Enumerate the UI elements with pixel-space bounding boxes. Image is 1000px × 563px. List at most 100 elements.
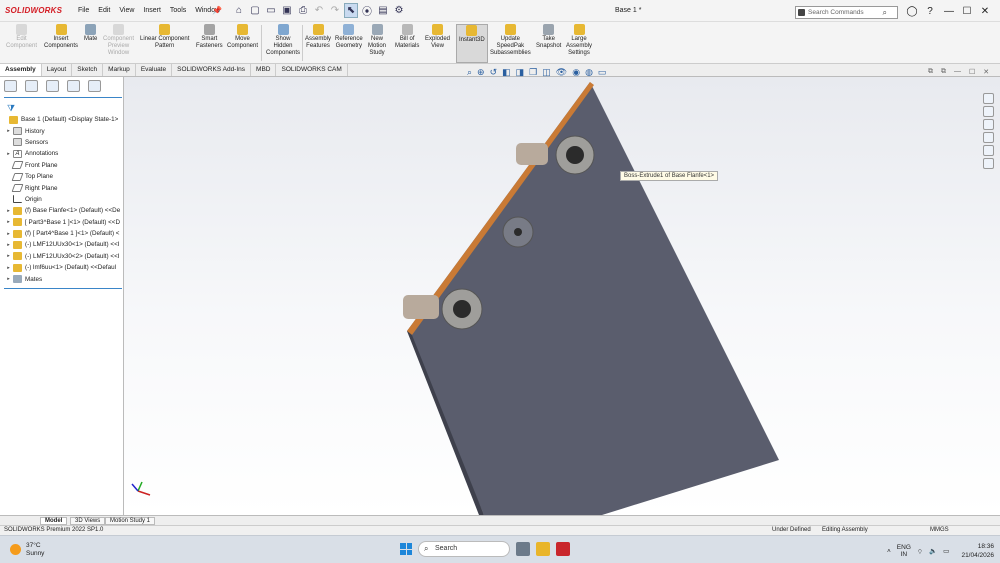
edit-appearance-icon[interactable]: ◉ [572,67,580,78]
viewport-tile-icon[interactable]: ⧉ [941,68,946,76]
graphics-area[interactable] [124,77,1000,515]
tree-item-component[interactable]: ▸ (f) Base Flanfe<1> (Default) <<De [0,205,124,216]
menu-view[interactable]: View [119,7,134,14]
dynamic-annotation-icon[interactable]: ◨ [516,67,525,78]
menu-insert[interactable]: Insert [143,7,161,14]
show-hidden-components-button[interactable]: Show Hidden Components [266,24,300,57]
clock[interactable]: 18:36 21/04/2026 [956,542,994,560]
insert-components-button[interactable]: Insert Components [44,24,78,50]
display-style-icon[interactable]: ◫ [542,67,551,78]
assembly-features-button[interactable]: Assembly Features [305,24,331,50]
hide-show-items-icon[interactable]: 👁 [556,67,567,78]
traffic-light-icon[interactable]: ⦿ [360,3,374,18]
bearing-shaft-1[interactable] [516,143,548,165]
bill-of-materials-button[interactable]: Bill of Materials [395,24,419,50]
dimxpert-tab-icon[interactable] [67,80,80,92]
search-icon[interactable]: ⌕ [883,8,887,18]
file-explorer-icon[interactable] [983,119,994,130]
solidworks-resources-icon[interactable] [983,93,994,104]
tab-solidworks-cam[interactable]: SOLIDWORKS CAM [276,64,348,76]
new-document-icon[interactable]: ▢ [248,3,262,18]
file-explorer-taskbar-icon[interactable] [536,542,550,556]
pin-icon[interactable]: 📌 [212,6,222,15]
tree-item-component[interactable]: ▸ (-) lmf6uu<1> (Default) <<Defaul [0,262,124,273]
tree-item-top-plane[interactable]: Top Plane [0,171,124,182]
tab-mbd[interactable]: MBD [251,64,277,76]
battery-icon[interactable]: ▭ [943,547,949,555]
task-view-icon[interactable] [516,542,530,556]
windows-start-icon[interactable] [400,543,412,555]
viewport-restore-icon[interactable]: ⧉ [928,68,933,76]
tree-item-component[interactable]: ▸ (-) LMF12UUx30<2> (Default) <<I [0,251,124,262]
custom-properties-icon[interactable] [983,158,994,169]
tree-item-component[interactable]: ▸ (f) [ Part4^Base 1 ]<1> (Default) < [0,228,124,239]
close-icon[interactable]: ✕ [976,4,994,18]
tree-item-origin[interactable]: Origin [0,194,124,205]
zoom-to-area-icon[interactable]: ⊕ [477,67,485,78]
minimize-icon[interactable]: — [940,4,958,18]
speaker-icon[interactable]: 🔈 [929,547,937,555]
file-properties-icon[interactable]: ▤ [376,3,390,18]
edit-component-button[interactable]: Edit Component [6,24,37,50]
tree-item-mates[interactable]: ▸ Mates [0,273,124,284]
search-commands-input[interactable]: Search Commands ⌕ [795,6,898,19]
previous-view-icon[interactable]: ↺ [490,67,498,78]
tab-evaluate[interactable]: Evaluate [136,64,173,76]
menu-tools[interactable]: Tools [170,7,186,14]
update-speedpak-button[interactable]: Update SpeedPak Subassemblies [490,24,531,57]
menu-edit[interactable]: Edit [98,7,110,14]
apply-scene-icon[interactable]: ◍ [585,67,593,78]
maximize-icon[interactable]: ☐ [958,4,976,18]
search-scope-icon[interactable] [798,9,805,16]
home-icon[interactable]: ⌂ [232,3,246,18]
weather-widget[interactable]: 37°C Sunny [26,542,44,558]
tree-item-annotations[interactable]: ▸ A Annotations [0,148,124,159]
language-indicator[interactable]: ENG IN [897,544,911,558]
units-selector[interactable]: MMGS [930,527,949,533]
viewport-minimize-icon[interactable]: — [954,68,961,76]
property-manager-tab-icon[interactable] [25,80,38,92]
help-icon[interactable]: ? [921,4,939,18]
configuration-manager-tab-icon[interactable] [46,80,59,92]
tab-sketch[interactable]: Sketch [72,64,104,76]
tab-markup[interactable]: Markup [103,64,136,76]
menu-file[interactable]: File [78,7,89,14]
tab-3d-views[interactable]: 3D Views [70,517,106,525]
chevron-up-icon[interactable]: ˄ [887,548,891,555]
filter-icon[interactable]: ⧩ [7,103,15,114]
appearances-icon[interactable] [983,145,994,156]
component-preview-window-button[interactable]: Component Preview Window [103,24,134,57]
tree-item-front-plane[interactable]: Front Plane [0,160,124,171]
solidworks-logo[interactable]: SOLIDWORKS [5,6,62,15]
tree-item-component[interactable]: ▸ (-) LMF12UUx30<1> (Default) <<I [0,239,124,250]
tab-solidworks-addins[interactable]: SOLIDWORKS Add-Ins [172,64,252,76]
exploded-view-button[interactable]: Exploded View [425,24,450,50]
section-view-icon[interactable]: ◧ [502,67,511,78]
reference-geometry-button[interactable]: Reference Geometry [335,24,363,50]
solidworks-taskbar-icon[interactable] [556,542,570,556]
smart-fasteners-button[interactable]: Smart Fasteners [196,24,223,50]
print-icon[interactable]: ⎙ [296,3,310,18]
feature-manager-tab-icon[interactable] [4,80,17,92]
zoom-to-fit-icon[interactable]: ⌕ [467,67,472,78]
mate-button[interactable]: Mate [84,24,97,43]
viewport-maximize-icon[interactable]: ☐ [969,68,975,76]
save-icon[interactable]: ▣ [280,3,294,18]
taskbar-search[interactable]: ⌕ Search [418,541,510,557]
tab-model[interactable]: Model [40,517,68,525]
take-snapshot-button[interactable]: Take Snapshot [536,24,561,50]
view-palette-icon[interactable] [983,132,994,143]
viewport-close-icon[interactable]: ✕ [983,68,989,76]
tab-assembly[interactable]: Assembly [0,64,42,76]
view-orientation-icon[interactable]: ❒ [529,67,537,78]
linear-component-pattern-button[interactable]: Linear Component Pattern [140,24,189,50]
design-library-icon[interactable] [983,106,994,117]
weather-sun-icon[interactable] [10,544,21,555]
redo-icon[interactable]: ↷ [328,3,342,18]
options-gear-icon[interactable]: ⚙ [392,3,406,18]
open-icon[interactable]: ▭ [264,3,278,18]
tree-root[interactable]: Base 1 (Default) <Display State-1> [0,114,124,125]
move-component-button[interactable]: Move Component [227,24,258,50]
select-icon[interactable]: ⬉ [344,3,358,18]
instant3d-button[interactable]: Instant3D [456,24,488,63]
